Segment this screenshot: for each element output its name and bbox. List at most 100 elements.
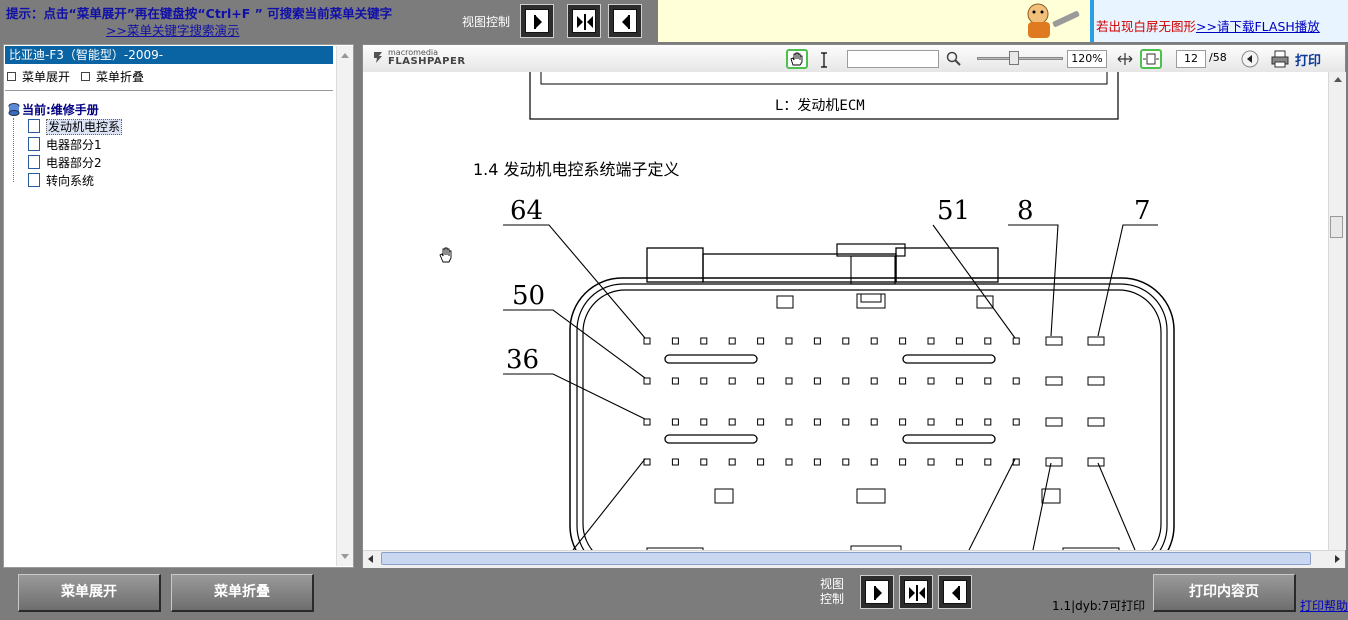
view-split-button[interactable]	[567, 4, 601, 38]
expand-menu-button[interactable]: 菜单展开	[18, 574, 161, 612]
tree-item-label: 发动机电控系	[46, 119, 123, 135]
split-view-icon	[577, 14, 593, 30]
zoom-input[interactable]: 120%	[1067, 50, 1107, 68]
tree-item-label: 电器部分1	[46, 138, 102, 152]
pin-contact	[785, 337, 793, 345]
collapse-square-icon	[81, 72, 90, 81]
white-screen-warning: 若出现白屏无图形	[1096, 19, 1197, 34]
page-number-input[interactable]: 12	[1176, 50, 1206, 68]
tree-item-electrical-2[interactable]: 电器部分2	[22, 155, 102, 171]
tree-item-label: 电器部分2	[46, 156, 102, 170]
pin-contact	[955, 458, 963, 466]
print-content-button[interactable]: 打印内容页	[1153, 574, 1296, 612]
bottom-view-split-button[interactable]	[899, 575, 933, 609]
pin-contact	[984, 377, 992, 385]
pin-contact	[671, 377, 679, 385]
logo-flashpaper: FLASHPAPER	[388, 56, 466, 67]
pin-contact	[728, 377, 736, 385]
print-help-link[interactable]: 打印帮助	[1300, 597, 1348, 614]
pin-contact	[870, 337, 878, 345]
tree-item-engine-control[interactable]: 发动机电控系	[22, 119, 123, 135]
fit-page-button[interactable]	[1140, 49, 1162, 69]
pin-label-8: 8	[1017, 196, 1034, 226]
pin-contact	[984, 418, 992, 426]
pin-contact	[870, 418, 878, 426]
pin-contact	[813, 377, 821, 385]
pin-contact	[643, 377, 651, 385]
menu-collapse-label: 菜单折叠	[96, 70, 145, 84]
pin-contact	[671, 418, 679, 426]
connector-diagram	[503, 72, 1175, 550]
view-right-panel-button[interactable]	[608, 4, 642, 38]
book-title[interactable]: 比亚迪-F3（智能型）-2009-	[5, 46, 333, 64]
pin-label-7: 7	[1134, 196, 1151, 226]
pin-contact	[955, 377, 963, 385]
pin-contact	[984, 458, 992, 466]
prev-page-icon[interactable]	[1240, 49, 1260, 69]
view-control-label: 视图控制	[462, 15, 511, 29]
hand-cursor-icon	[439, 247, 452, 263]
vertical-scroll-thumb[interactable]	[1330, 216, 1343, 238]
download-flash-link[interactable]: >>请下载FLASH播放	[1196, 19, 1320, 34]
menu-scrollbar[interactable]	[336, 46, 353, 566]
horizontal-scroll-thumb[interactable]	[381, 552, 1311, 565]
pin-contact-large	[1087, 336, 1105, 346]
pin-label-64: 64	[510, 196, 544, 226]
pin-contact	[899, 377, 907, 385]
document-page[interactable]: L：发动机ECM 1.4 发动机电控系统端子定义 64 51 8 7 50 36	[363, 72, 1328, 550]
pin-contact	[785, 377, 793, 385]
hand-tool-button[interactable]	[786, 49, 808, 69]
pin-contact	[899, 418, 907, 426]
arrow-right-icon	[874, 586, 882, 600]
find-input[interactable]	[847, 50, 939, 68]
mechanic-mascot-icon	[1027, 3, 1080, 38]
pin-contact	[813, 418, 821, 426]
pin-label-36: 36	[506, 345, 540, 375]
tree-item-electrical-1[interactable]: 电器部分1	[22, 137, 102, 153]
menu-expand-link[interactable]: 菜单展开	[7, 68, 70, 85]
pin-contact	[643, 337, 651, 345]
tree-item-label: 转向系统	[46, 174, 95, 188]
document-icon	[28, 119, 40, 133]
pin-contact	[728, 337, 736, 345]
bottom-view-right-button[interactable]	[938, 575, 972, 609]
zoom-slider-track[interactable]	[977, 57, 1063, 60]
section-heading: 1.4 发动机电控系统端子定义	[473, 160, 680, 179]
menu-collapse-link[interactable]: 菜单折叠	[81, 68, 144, 85]
text-select-icon[interactable]	[818, 51, 830, 69]
tree-root[interactable]: 当前:维修手册	[8, 101, 99, 118]
search-icon[interactable]	[946, 51, 962, 67]
scroll-arrows-icon	[341, 53, 349, 559]
tree-root-label: 当前:维修手册	[22, 103, 99, 117]
pin-contact	[757, 458, 765, 466]
pin-contact	[643, 418, 651, 426]
pin-contact	[927, 418, 935, 426]
pin-contact-large	[1087, 457, 1105, 467]
bottom-view-left-button[interactable]	[860, 575, 894, 609]
pin-contact	[700, 337, 708, 345]
expand-square-icon	[7, 72, 16, 81]
split-view-icon	[909, 585, 925, 601]
pin-contact	[955, 337, 963, 345]
pin-contact	[671, 337, 679, 345]
pin-contact	[700, 458, 708, 466]
page-vertical-scrollbar[interactable]	[1328, 72, 1346, 550]
pin-contact	[757, 377, 765, 385]
collapse-menu-button[interactable]: 菜单折叠	[171, 574, 314, 612]
pin-label-50: 50	[512, 281, 546, 311]
pin-contact	[899, 458, 907, 466]
fit-width-icon[interactable]	[1115, 50, 1135, 68]
pin-contact	[870, 377, 878, 385]
page-total: /58	[1209, 51, 1227, 64]
pin-contact	[671, 458, 679, 466]
database-icon	[8, 103, 20, 116]
pin-contact	[757, 418, 765, 426]
search-demo-link[interactable]: >>菜单关键字搜索演示	[106, 20, 239, 39]
tree-item-steering[interactable]: 转向系统	[22, 173, 94, 189]
zoom-slider-thumb[interactable]	[1009, 51, 1019, 65]
tree-connector	[13, 118, 15, 182]
printer-icon[interactable]	[1270, 49, 1290, 69]
print-button[interactable]: 打印	[1295, 50, 1321, 69]
view-left-panel-button[interactable]	[520, 4, 554, 38]
ecm-caption: L：发动机ECM	[775, 98, 865, 114]
